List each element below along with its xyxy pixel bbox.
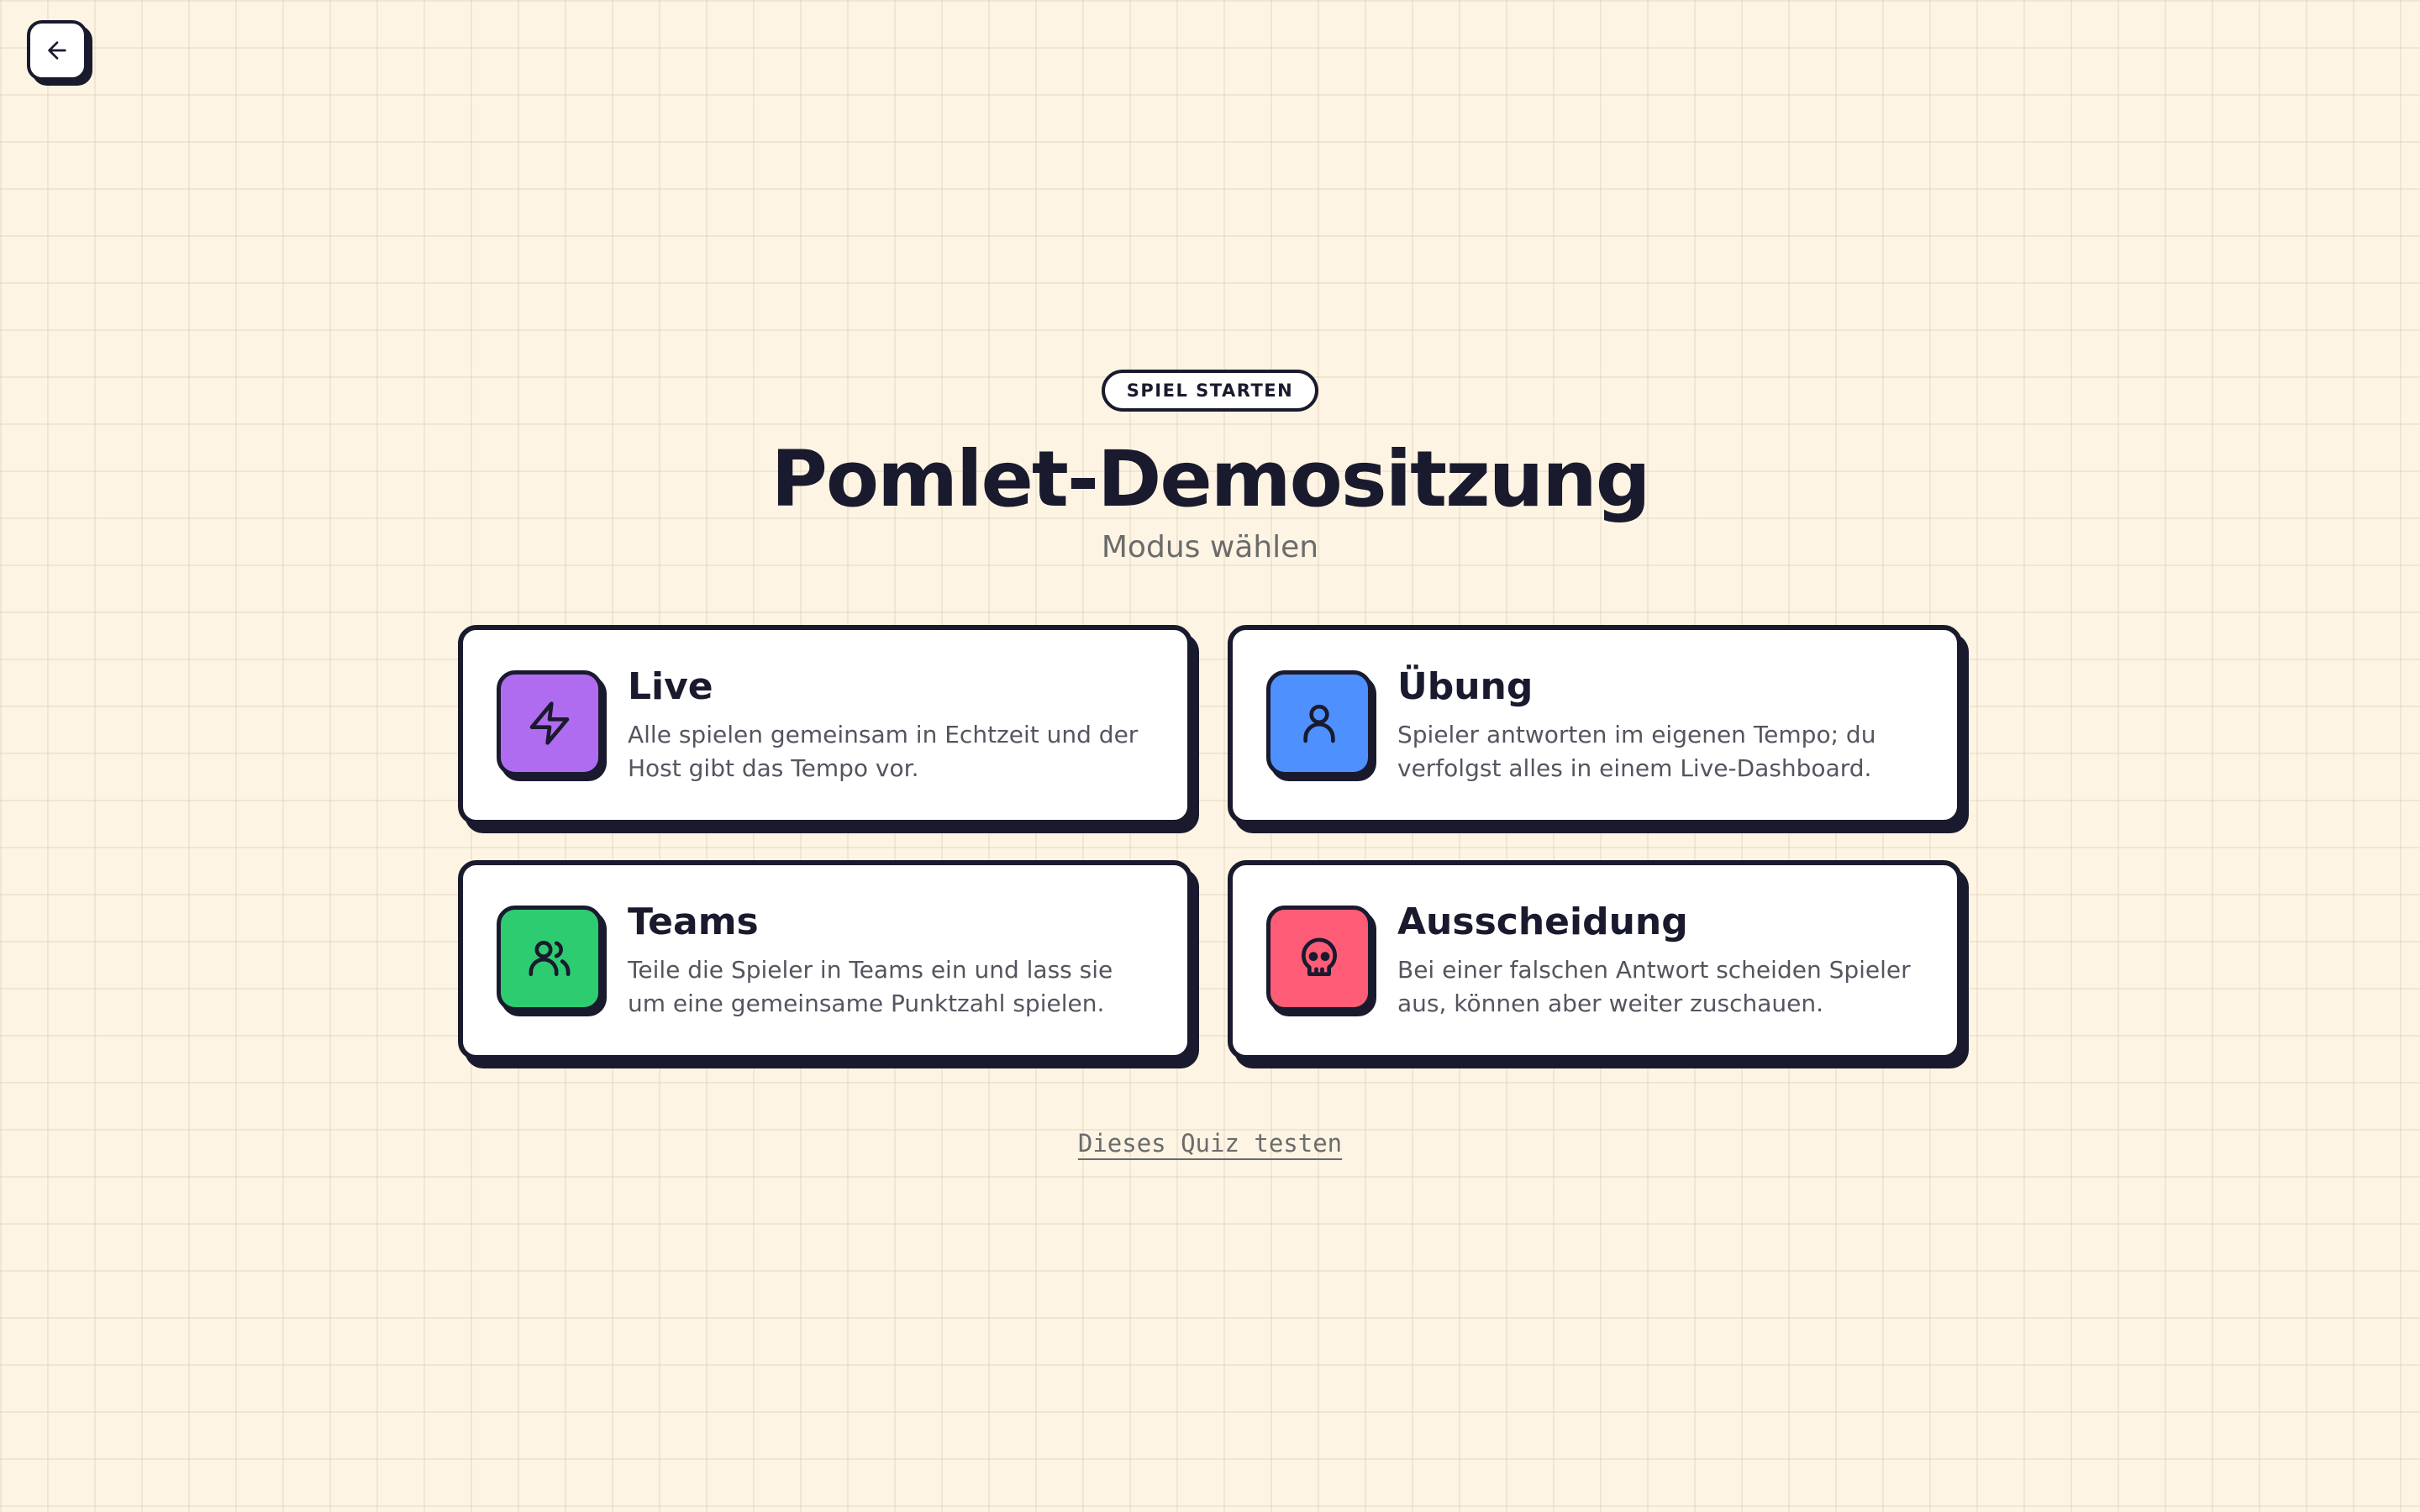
test-quiz-link[interactable]: Dieses Quiz testen [1078,1129,1342,1158]
arrow-left-icon [48,41,66,60]
mode-description: Alle spielen gemeinsam in Echtzeit und d… [628,720,1139,782]
mode-description: Teile die Spieler in Teams ein und lass … [628,955,1113,1017]
mode-description: Bei einer falschen Antwort scheiden Spie… [1397,955,1911,1017]
mode-card-teams[interactable]: Teams Teile die Spieler in Teams ein und… [458,860,1192,1061]
mode-icon-tile [1266,670,1372,777]
mode-card-practice[interactable]: Übung Spieler antworten im eigenen Tempo… [1228,625,1962,826]
page-title: Pomlet-Demositzung [771,434,1650,524]
mode-card-live[interactable]: Live Alle spielen gemeinsam in Echtzeit … [458,625,1192,826]
mode-title: Teams [628,900,759,944]
mode-card-elimination[interactable]: Ausscheidung Bei einer falschen Antwort … [1228,860,1962,1061]
mode-grid: Live Alle spielen gemeinsam in Echtzeit … [458,625,1962,1061]
mode-icon-tile [497,670,602,777]
mode-title: Übung [1397,665,1534,709]
skull-icon [1302,937,1337,977]
mode-title: Live [628,665,713,709]
mode-icon-tile [497,906,602,1012]
back-button[interactable] [27,20,87,81]
lightning-icon [529,701,570,745]
users-icon [529,941,571,977]
mode-icon-tile [1266,906,1372,1012]
user-icon [1303,705,1335,743]
start-game-badge: SPIEL STARTEN [1101,370,1319,412]
mode-title: Ausscheidung [1397,900,1688,944]
mode-description: Spieler antworten im eigenen Tempo; du v… [1397,720,1876,782]
mode-selection: SPIEL STARTEN Pomlet-Demositzung Modus w… [0,370,2420,1158]
page-subtitle: Modus wählen [1101,530,1319,565]
